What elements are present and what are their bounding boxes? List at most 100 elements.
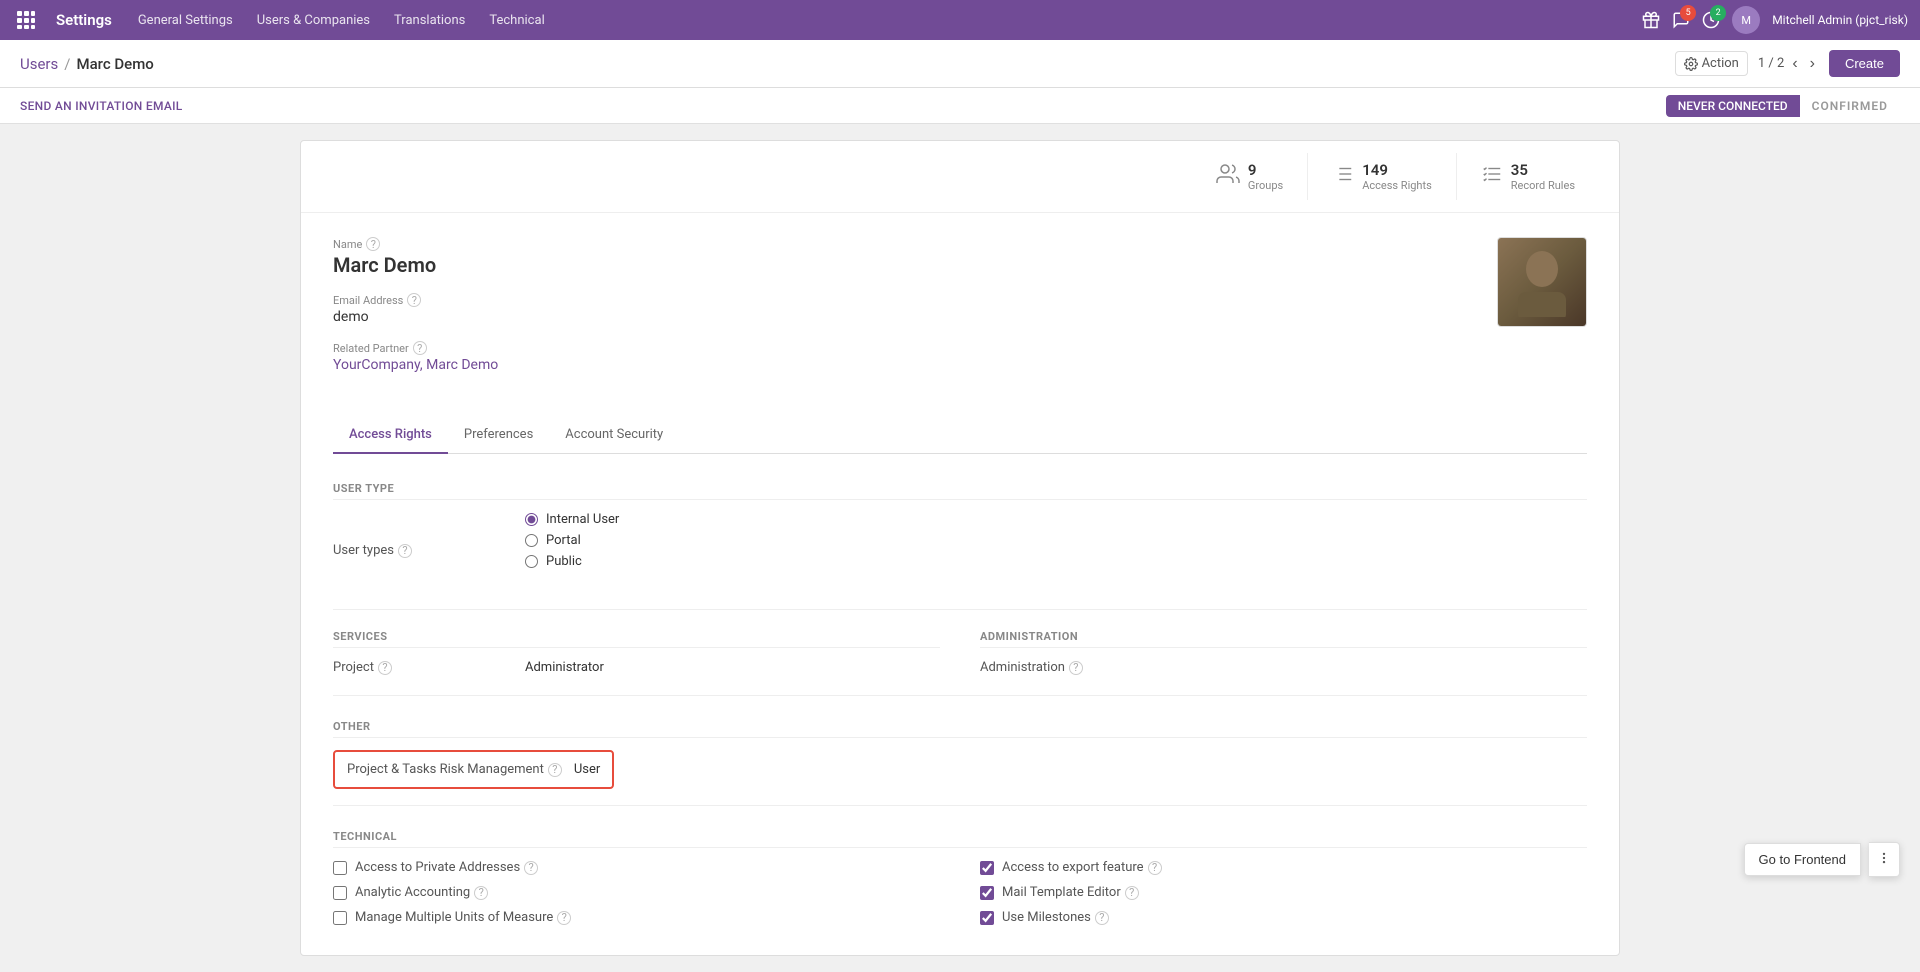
mail-template-label: Mail Template Editor ? xyxy=(1002,885,1139,900)
action-button[interactable]: Action xyxy=(1675,51,1748,76)
user-type-section-header: USER TYPE xyxy=(333,474,1587,500)
use-milestones-checkbox[interactable] xyxy=(980,911,994,925)
access-rights-stat[interactable]: 149 Access Rights xyxy=(1307,153,1456,200)
record-rules-icon xyxy=(1481,163,1503,190)
user-name-nav[interactable]: Mitchell Admin (pjct_risk) xyxy=(1772,13,1908,27)
user-type-area: User types ? Internal User Portal xyxy=(333,512,1587,597)
use-milestones-label: Use Milestones ? xyxy=(1002,910,1109,925)
user-photo[interactable] xyxy=(1497,237,1587,327)
multiple-units-checkbox[interactable] xyxy=(333,911,347,925)
clock-icon[interactable]: 2 xyxy=(1702,11,1720,29)
create-button[interactable]: Create xyxy=(1829,50,1900,77)
record-rules-label: Record Rules xyxy=(1511,179,1575,192)
form-body: Name ? Marc Demo Email Address ? demo Re… xyxy=(301,213,1619,417)
tabs: Access Rights Preferences Account Securi… xyxy=(333,417,1587,454)
private-help-icon[interactable]: ? xyxy=(524,861,538,875)
project-help-icon[interactable]: ? xyxy=(378,661,392,675)
next-page-button[interactable]: › xyxy=(1806,53,1819,75)
user-type-radio-group: Internal User Portal Public xyxy=(525,512,619,569)
risk-management-highlighted-row: Project & Tasks Risk Management ? User xyxy=(333,750,614,789)
nav-translations[interactable]: Translations xyxy=(384,7,475,34)
groups-label: Groups xyxy=(1248,179,1283,192)
analytic-accounting-label: Analytic Accounting ? xyxy=(355,885,488,900)
nav-users-companies[interactable]: Users & Companies xyxy=(247,7,380,34)
risk-help-icon[interactable]: ? xyxy=(548,763,562,777)
user-avatar[interactable]: M xyxy=(1732,6,1760,34)
user-type-label: User types ? xyxy=(333,543,513,558)
name-help-icon[interactable]: ? xyxy=(366,237,380,251)
radio-public[interactable]: Public xyxy=(525,554,619,569)
form-card: 9 Groups 149 Access xyxy=(300,140,1620,956)
action-label: Action xyxy=(1702,56,1739,71)
user-type-help-icon[interactable]: ? xyxy=(398,544,412,558)
milestones-help-icon[interactable]: ? xyxy=(1095,911,1109,925)
administration-field-row: Administration ? xyxy=(980,660,1587,675)
private-addresses-checkbox[interactable] xyxy=(333,861,347,875)
email-label: Email Address ? xyxy=(333,293,1587,307)
send-invitation-link[interactable]: SEND AN INVITATION EMAIL xyxy=(20,99,183,113)
other-section: OTHER Project & Tasks Risk Management ? … xyxy=(333,712,1587,789)
email-help-icon[interactable]: ? xyxy=(407,293,421,307)
partner-help-icon[interactable]: ? xyxy=(413,341,427,355)
admin-help-icon[interactable]: ? xyxy=(1069,661,1083,675)
activity-badge: 2 xyxy=(1710,5,1726,21)
radio-internal-user[interactable]: Internal User xyxy=(525,512,619,527)
administration-col: ADMINISTRATION Administration ? xyxy=(980,622,1587,683)
services-col: SERVICES Project ? Administrator xyxy=(333,622,940,683)
units-help-icon[interactable]: ? xyxy=(557,911,571,925)
prev-page-button[interactable]: ‹ xyxy=(1788,53,1801,75)
go-frontend-button[interactable]: Go to Frontend xyxy=(1744,843,1861,876)
nav-general-settings[interactable]: General Settings xyxy=(128,7,243,34)
analytic-help-icon[interactable]: ? xyxy=(474,886,488,900)
other-section-header: OTHER xyxy=(333,712,1587,738)
nav-right: 5 2 M Mitchell Admin (pjct_risk) xyxy=(1642,6,1908,34)
page-info: 1 / 2 xyxy=(1758,56,1784,71)
pagination: 1 / 2 ‹ › xyxy=(1758,53,1819,75)
groups-stat[interactable]: 9 Groups xyxy=(1192,153,1307,200)
use-milestones-row: Use Milestones ? xyxy=(980,910,1587,925)
radio-portal[interactable]: Portal xyxy=(525,533,619,548)
mail-template-row: Mail Template Editor ? xyxy=(980,885,1587,900)
groups-count: 9 xyxy=(1248,161,1283,179)
multiple-units-label: Manage Multiple Units of Measure ? xyxy=(355,910,571,925)
breadcrumb-separator: / xyxy=(64,55,70,73)
export-help-icon[interactable]: ? xyxy=(1148,861,1162,875)
app-grid-icon[interactable] xyxy=(12,6,40,34)
nav-technical[interactable]: Technical xyxy=(479,7,554,34)
tab-content-access-rights: USER TYPE User types ? Internal User xyxy=(301,454,1619,955)
record-rules-stat[interactable]: 35 Record Rules xyxy=(1456,153,1599,200)
technical-two-col: Access to Private Addresses ? Analytic A… xyxy=(333,860,1587,935)
mail-template-checkbox[interactable] xyxy=(980,886,994,900)
top-navigation: Settings General Settings Users & Compan… xyxy=(0,0,1920,40)
analytic-accounting-checkbox[interactable] xyxy=(333,886,347,900)
partner-value[interactable]: YourCompany, Marc Demo xyxy=(333,357,1587,373)
breadcrumb: Users / Marc Demo xyxy=(20,55,154,73)
email-field-group: Email Address ? demo xyxy=(333,293,1587,325)
technical-left-col: Access to Private Addresses ? Analytic A… xyxy=(333,860,940,935)
app-name: Settings xyxy=(56,11,112,29)
user-type-field-row: User types ? Internal User Portal xyxy=(333,512,940,589)
breadcrumb-users[interactable]: Users xyxy=(20,55,58,73)
administration-field-name: Administration ? xyxy=(980,660,1160,675)
bottom-bar: Go to Frontend xyxy=(1744,842,1900,877)
risk-management-value: User xyxy=(574,762,600,777)
private-addresses-label: Access to Private Addresses ? xyxy=(355,860,538,875)
administration-section-header: ADMINISTRATION xyxy=(980,622,1587,648)
action-bar: SEND AN INVITATION EMAIL NEVER CONNECTED… xyxy=(0,88,1920,124)
export-feature-checkbox[interactable] xyxy=(980,861,994,875)
access-rights-icon xyxy=(1332,163,1354,190)
project-field-row: Project ? Administrator xyxy=(333,660,940,675)
user-avatar-img xyxy=(1498,238,1586,326)
tab-preferences[interactable]: Preferences xyxy=(448,417,549,454)
more-options-button[interactable] xyxy=(1869,842,1900,877)
gift-icon[interactable] xyxy=(1642,11,1660,29)
breadcrumb-bar: Users / Marc Demo Action 1 / 2 ‹ › Creat… xyxy=(0,40,1920,88)
export-feature-label: Access to export feature ? xyxy=(1002,860,1162,875)
main-content: 9 Groups 149 Access xyxy=(0,124,1920,972)
breadcrumb-current: Marc Demo xyxy=(76,55,153,73)
tab-access-rights[interactable]: Access Rights xyxy=(333,417,448,454)
chat-icon[interactable]: 5 xyxy=(1672,11,1690,29)
mail-help-icon[interactable]: ? xyxy=(1125,886,1139,900)
tab-account-security[interactable]: Account Security xyxy=(549,417,679,454)
technical-right-col: Access to export feature ? Mail Template… xyxy=(980,860,1587,935)
